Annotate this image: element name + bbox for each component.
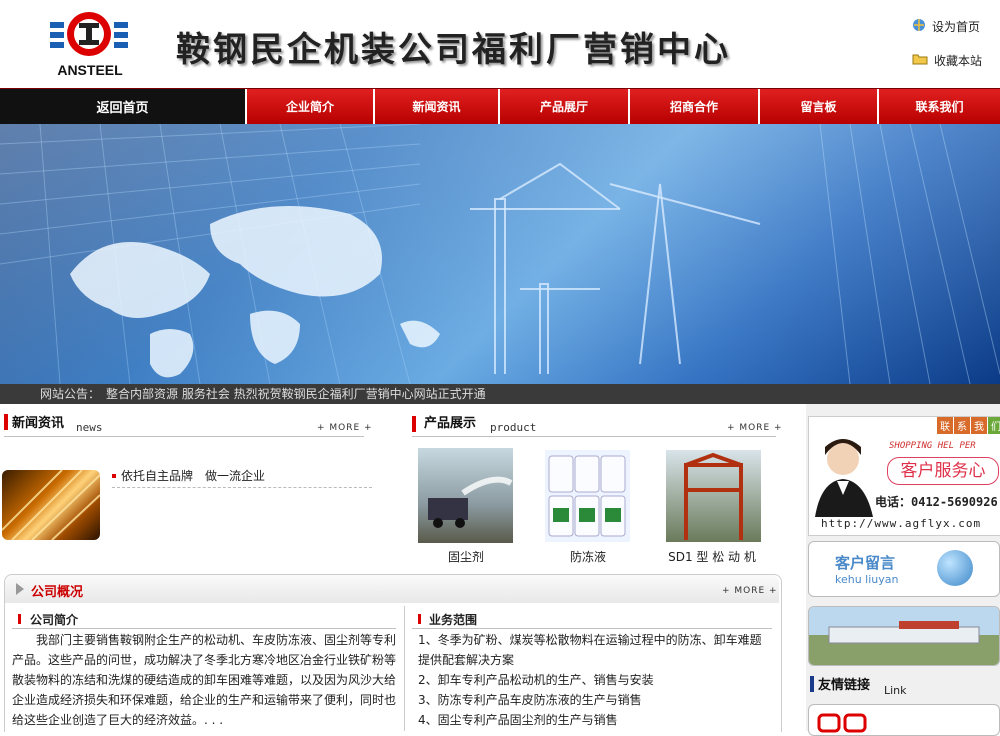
main-nav: 返回首页 企业简介 新闻资讯 产品展厅 招商合作 留言板 联系我们: [0, 88, 1000, 124]
shopping-helper-text: SHOPPING HEL PER: [889, 441, 976, 451]
notice-text[interactable]: 整合内部资源 服务社会 热烈祝贺鞍钢民企福利厂营销中心网站正式开通: [106, 384, 486, 404]
intro-divider: [12, 628, 396, 629]
news-item-divider: [112, 487, 372, 488]
set-home-link[interactable]: 设为首页: [912, 18, 980, 35]
overview-title: 公司概况: [31, 585, 84, 600]
contact-tabs: 联 系 我 们: [937, 417, 1000, 434]
overview-arrow-icon: [16, 583, 24, 595]
bullet-icon: [112, 473, 116, 478]
product-label-dust-agent[interactable]: 固尘剂: [406, 548, 526, 565]
overview-header: [5, 575, 779, 603]
news-thumbnail[interactable]: [2, 470, 100, 540]
scope-divider: [412, 628, 772, 629]
news-title: 新闻资讯: [12, 416, 65, 431]
links-subtitle: Link: [884, 684, 907, 697]
nav-item-contact[interactable]: 联系我们: [877, 89, 1000, 124]
products-marker-icon: [412, 416, 416, 432]
nav-item-guestbook[interactable]: 留言板: [758, 89, 877, 124]
message-pinyin: kehu liuyan: [835, 573, 899, 586]
products-divider: [412, 436, 776, 437]
news-divider: [4, 436, 364, 437]
scope-list: 1、冬季为矿粉、煤炭等松散物料在运输过程中的防冻、卸车难题提供配套解决方案 2、…: [418, 630, 770, 730]
logo-text: ANSTEEL: [57, 62, 123, 78]
intro-marker-icon: [18, 614, 21, 624]
service-center-label: 客户服务心: [887, 457, 999, 485]
product-image-dust-agent[interactable]: [418, 448, 513, 543]
ansteel-logo[interactable]: ANSTEEL: [48, 8, 132, 80]
news-item[interactable]: 依托自主品牌 做一流企业: [112, 467, 265, 484]
contact-tab: 联: [937, 417, 953, 434]
scope-item: 2、卸车专利产品松动机的生产、销售与安装: [418, 673, 654, 687]
news-more-link[interactable]: + MORE +: [317, 423, 373, 433]
contact-tab: 们: [988, 417, 1000, 434]
home-globe-icon: [912, 18, 926, 35]
nav-item-news[interactable]: 新闻资讯: [373, 89, 498, 124]
customer-service-box[interactable]: 联 系 我 们 SHOPPING HEL PER 客户服务心 电话：0412-5…: [808, 416, 1000, 536]
scope-marker-icon: [418, 614, 421, 624]
overview-column-divider: [404, 606, 405, 731]
contact-tab: 系: [954, 417, 970, 434]
products-more-link[interactable]: + MORE +: [727, 423, 783, 433]
nav-item-products[interactable]: 产品展厅: [498, 89, 628, 124]
folder-icon: [912, 53, 928, 68]
product-label-antifreeze[interactable]: 防冻液: [528, 548, 648, 565]
contact-tab: 我: [971, 417, 987, 434]
set-home-label: 设为首页: [932, 20, 981, 34]
scope-item: 4、固尘专利产品固尘剂的生产与销售: [418, 713, 618, 727]
site-title: 鞍钢民企机装公司福利厂营销中心: [176, 30, 731, 70]
scope-item: 1、冬季为矿粉、煤炭等松散物料在运输过程中的防冻、卸车难题提供配套解决方案: [418, 633, 762, 667]
products-title: 产品展示: [424, 416, 477, 431]
nav-item-company-intro[interactable]: 企业简介: [245, 89, 373, 124]
scope-title: 业务范围: [429, 613, 478, 627]
intro-title: 公司简介: [30, 613, 79, 627]
product-image-antifreeze[interactable]: [545, 450, 630, 542]
intro-text: 我部门主要销售鞍钢附企生产的松动机、车皮防冻液、固尘剂等专利产品。这些产品的问世…: [12, 633, 396, 727]
header: ANSTEEL 鞍钢民企机装公司福利厂营销中心 设为首页 收藏本站: [0, 0, 1000, 88]
links-title: 友情链接: [818, 678, 871, 693]
banner-image: [0, 124, 1000, 384]
news-subtitle: news: [76, 421, 103, 434]
service-phone: 电话：0412-5690926: [875, 495, 998, 509]
service-url[interactable]: http://www.agflyx.com: [821, 517, 981, 530]
news-item-label: 依托自主品牌 做一流企业: [121, 469, 266, 483]
bookmark-label: 收藏本站: [934, 54, 983, 68]
products-subtitle: product: [490, 421, 537, 434]
overview-more-link[interactable]: + MORE +: [722, 586, 778, 596]
message-bubble-icon: [937, 550, 973, 586]
message-title: 客户留言: [835, 554, 896, 572]
friend-link-logo[interactable]: [808, 704, 1000, 736]
customer-message-box[interactable]: 客户留言 kehu liuyan: [808, 541, 1000, 597]
news-marker-icon: [4, 414, 8, 430]
product-image-loosening-machine[interactable]: [666, 450, 761, 542]
links-marker-icon: [810, 676, 814, 692]
notice-bar: 网站公告： 整合内部资源 服务社会 热烈祝贺鞍钢民企福利厂营销中心网站正式开通: [0, 384, 1000, 404]
product-label-loosening-machine[interactable]: SD1 型 松 动 机: [652, 548, 772, 565]
nav-item-business[interactable]: 招商合作: [628, 89, 758, 124]
bookmark-link[interactable]: 收藏本站: [912, 52, 982, 69]
notice-label: 网站公告：: [40, 387, 101, 401]
factory-photo[interactable]: [808, 606, 1000, 666]
scope-item: 3、防冻专利产品车皮防冻液的生产与销售: [418, 693, 642, 707]
service-agent-avatar: [809, 433, 881, 517]
nav-home[interactable]: 返回首页: [0, 89, 245, 124]
